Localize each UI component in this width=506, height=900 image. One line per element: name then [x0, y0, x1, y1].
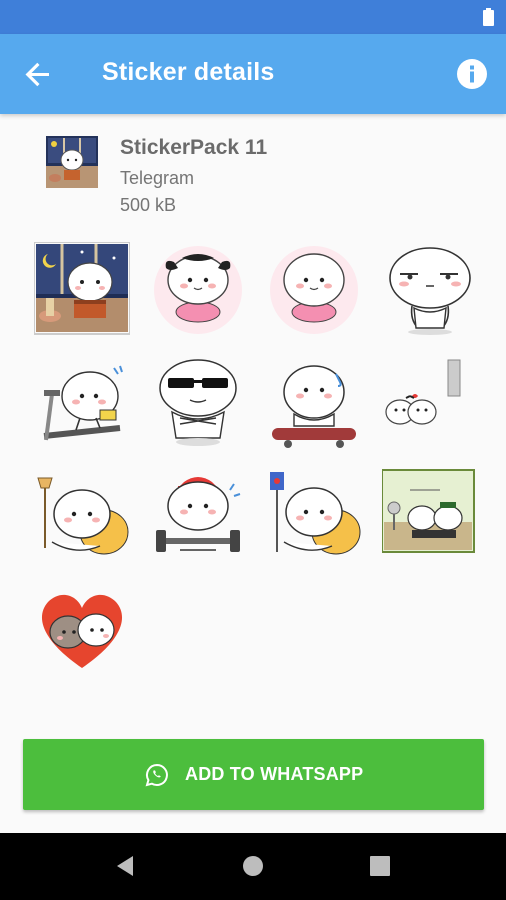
sticker-picnic-couple[interactable]	[382, 468, 478, 564]
sticker-dumbbell[interactable]	[150, 468, 246, 564]
pack-publisher: Telegram	[120, 168, 195, 188]
sticker-heart-couple[interactable]	[34, 582, 130, 678]
pack-header: StickerPack 11 Telegram 500 kB	[0, 114, 506, 224]
add-to-whatsapp-label: ADD TO WHATSAPP	[185, 764, 364, 784]
add-to-whatsapp-button[interactable]: ADD TO WHATSAPP	[23, 739, 484, 810]
page-title: Sticker details	[102, 58, 275, 86]
sticker-girl-bow-float-ring[interactable]	[150, 242, 246, 338]
sticker-night-room[interactable]	[34, 242, 130, 338]
info-icon[interactable]	[456, 58, 488, 90]
sticker-lamp-beanbag[interactable]	[34, 468, 130, 564]
sticker-treadmill[interactable]	[34, 356, 130, 452]
sticker-couple-hiding[interactable]	[382, 356, 478, 452]
system-nav-bar	[0, 833, 506, 900]
nav-home-icon[interactable]	[242, 855, 264, 877]
whatsapp-icon	[145, 763, 168, 787]
nav-back-icon[interactable]	[113, 853, 139, 879]
battery-icon	[483, 8, 494, 26]
arrow-back-icon[interactable]	[20, 56, 56, 92]
nav-recents-icon[interactable]	[369, 855, 391, 877]
pack-name: StickerPack 11	[120, 136, 268, 159]
app-bar: Sticker details	[0, 34, 506, 114]
sticker-float-ring[interactable]	[266, 242, 362, 338]
sticker-juice-beanbag[interactable]	[266, 468, 362, 564]
sticker-sunglasses[interactable]	[150, 356, 246, 452]
status-bar	[0, 0, 506, 34]
tray-icon	[46, 136, 98, 188]
sticker-smug-face[interactable]	[382, 242, 478, 338]
pack-size: 500 kB	[120, 195, 177, 215]
sticker-skateboard[interactable]	[266, 356, 362, 452]
